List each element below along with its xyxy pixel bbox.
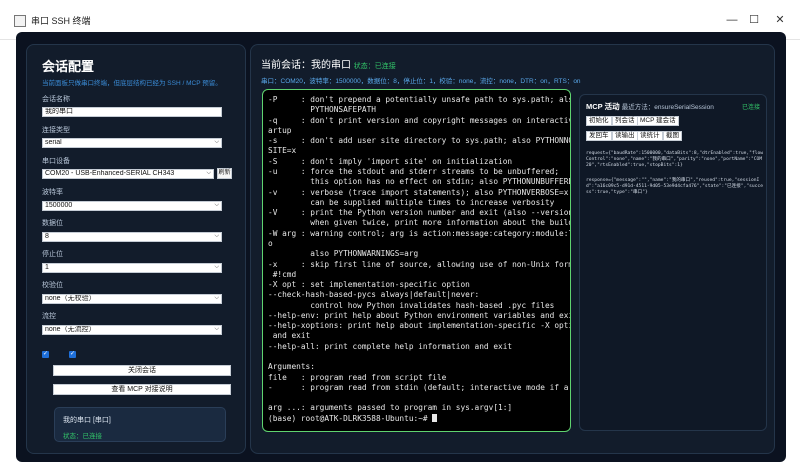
refresh-button[interactable]: 刷新	[217, 168, 232, 179]
session-name-input[interactable]: 我的串口	[42, 107, 222, 117]
connection-info: 串口：COM20，波特率：1500000，数据位：8，停止位：1，校验：none…	[261, 78, 581, 85]
mcp-list-sessions-button[interactable]: 列会话	[612, 116, 638, 126]
maximize-button[interactable]: ☐	[744, 12, 764, 28]
app-icon	[14, 15, 26, 27]
session-config-panel: 会话配置 当前面板只做串口终端，但底层结构已经为 SSH / MCP 预留。 会…	[26, 44, 246, 454]
session-card-name: 我的串口 [串口]	[63, 417, 111, 424]
terminal-output[interactable]: -P : don't prepend a potentially unsafe …	[262, 89, 571, 432]
current-session-status: 状态：已连接	[353, 63, 396, 70]
session-name-label: 会话名称	[42, 96, 70, 103]
mcp-help-button[interactable]: 查看 MCP 对接说明	[53, 384, 231, 395]
dtr-checkbox[interactable]: ✓	[42, 351, 49, 358]
serial-device-value: COM20 - USB-Enhanced-SERIAL CH343	[45, 170, 175, 177]
minimize-button[interactable]: —	[722, 12, 742, 28]
data-bits-label: 数据位	[42, 220, 63, 227]
mcp-request-log: request={"baudRate":1500000,"dataBits":8…	[586, 151, 764, 169]
parity-value: none（无校验）	[45, 295, 96, 302]
stop-bits-value: 1	[45, 264, 49, 271]
parity-label: 校验位	[42, 282, 63, 289]
baud-value: 1500000	[45, 202, 73, 209]
conn-type-select[interactable]: serial	[42, 138, 222, 148]
mcp-init-button[interactable]: 初始化	[586, 116, 612, 126]
parity-select[interactable]: none（无校验）	[42, 294, 222, 304]
mcp-read-output-button[interactable]: 读输出	[612, 131, 638, 141]
rts-checkbox[interactable]: ✓	[69, 351, 76, 358]
mcp-last-method: 最近方法：ensureSerialSession	[621, 104, 714, 111]
stop-bits-label: 停止位	[42, 251, 63, 258]
window-title: 串口 SSH 终端	[31, 16, 91, 26]
stop-bits-select[interactable]: 1	[42, 263, 222, 273]
flow-select[interactable]: none（无流控）	[42, 325, 222, 335]
conn-type-value: serial	[45, 139, 62, 146]
session-card-status: 状态：已连接	[63, 433, 102, 440]
mcp-title: MCP 活动 最近方法：ensureSerialSession	[586, 101, 714, 112]
app-root: 会话配置 当前面板只做串口终端，但底层结构已经为 SSH / MCP 预留。 会…	[16, 32, 786, 462]
mcp-activity-panel: MCP 活动 最近方法：ensureSerialSession 已连接 初始化 …	[579, 94, 767, 431]
serial-device-label: 串口设备	[42, 158, 70, 165]
flow-value: none（无流控）	[45, 326, 96, 333]
baud-select[interactable]: 1500000	[42, 201, 222, 211]
mcp-create-session-button[interactable]: MCP 建会话	[637, 116, 679, 126]
session-panel: 当前会话：我的串口 状态：已连接 串口：COM20，波特率：1500000，数据…	[250, 44, 775, 454]
panel-heading: 会话配置	[42, 59, 95, 74]
conn-type-label: 连接类型	[42, 127, 70, 134]
current-session-title: 当前会话：我的串口 状态：已连接	[261, 56, 396, 71]
flow-label: 流控	[42, 313, 56, 320]
mcp-status: 已连接	[741, 105, 760, 111]
data-bits-select[interactable]: 8	[42, 232, 222, 242]
mcp-response-log: response={"message":"","name":"我的串口","re…	[586, 178, 763, 196]
close-session-button[interactable]: 关闭会话	[53, 365, 231, 376]
mcp-read-stats-button[interactable]: 读统计	[637, 131, 663, 141]
terminal-cursor	[432, 413, 438, 422]
terminal-prompt: (base) root@ATK-DLRK3588-Ubuntu:~#	[268, 413, 433, 423]
current-session-name: 当前会话：我的串口	[261, 60, 351, 71]
data-bits-value: 8	[45, 233, 49, 240]
session-card[interactable]: 我的串口 [串口] 状态：已连接	[54, 407, 226, 442]
baud-label: 波特率	[42, 189, 63, 196]
mcp-title-text: MCP 活动	[586, 102, 620, 111]
mcp-send-enter-button[interactable]: 发回车	[586, 131, 612, 141]
panel-subtitle: 当前面板只做串口终端，但底层结构已经为 SSH / MCP 预留。	[42, 80, 222, 87]
terminal-lines: -P : don't prepend a potentially unsafe …	[268, 95, 571, 413]
close-window-button[interactable]: ✕	[770, 12, 790, 28]
serial-device-select[interactable]: COM20 - USB-Enhanced-SERIAL CH343	[42, 169, 214, 179]
mcp-screenshot-button[interactable]: 截图	[663, 131, 682, 141]
terminal-text: -P : don't prepend a potentially unsafe …	[268, 95, 571, 424]
